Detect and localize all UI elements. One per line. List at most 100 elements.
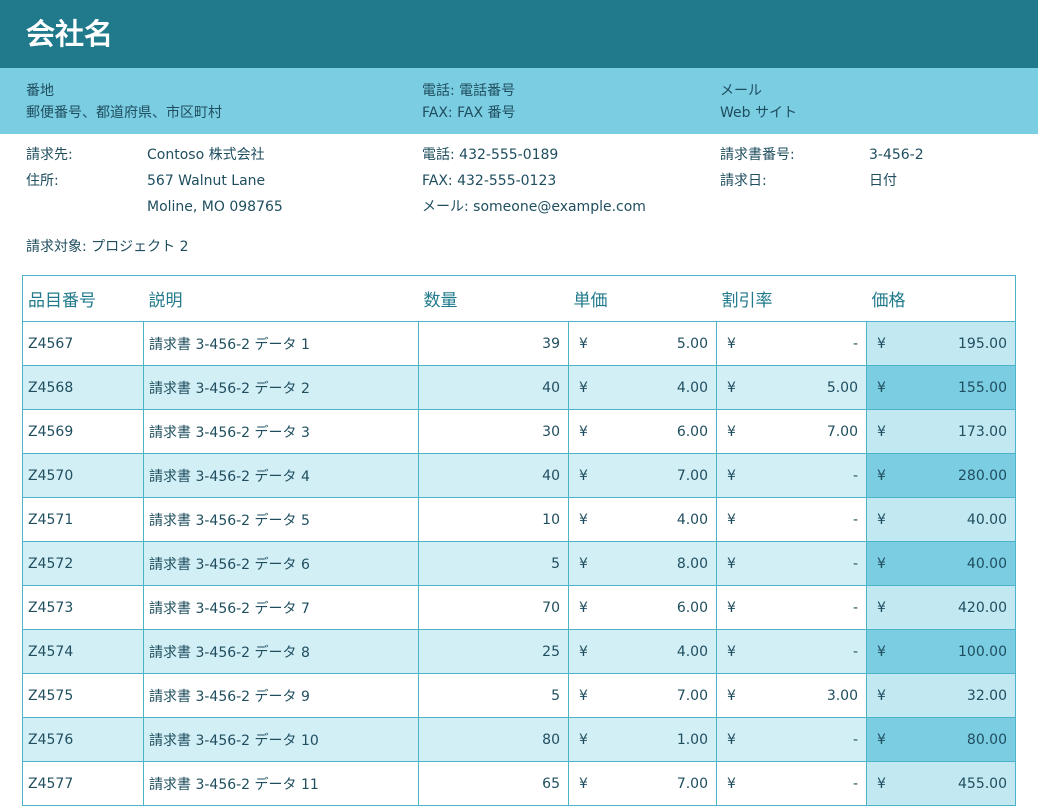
cell-item-number: Z4570 xyxy=(22,453,144,498)
currency-symbol: ¥ xyxy=(877,335,886,352)
header-unit-price: 単価 xyxy=(568,275,717,322)
cell-unit-price-amount: 4.00 xyxy=(676,511,708,528)
currency-symbol: ¥ xyxy=(727,423,736,440)
cell-unit-price-amount: 7.00 xyxy=(676,687,708,704)
invoice-table: 品目番号 説明 数量 単価 割引率 価格 Z4567 請求書 3-456-2 デー… xyxy=(22,275,1016,806)
cell-price-amount: 40.00 xyxy=(966,511,1007,528)
cell-discount-amount: 5.00 xyxy=(826,379,858,396)
cell-discount-amount: - xyxy=(852,731,858,748)
cell-quantity: 65 xyxy=(418,761,569,806)
cell-quantity: 40 xyxy=(418,365,569,410)
cell-price-amount: 455.00 xyxy=(958,775,1007,792)
cell-unit-price-amount: 6.00 xyxy=(676,599,708,616)
table-row: Z4572 請求書 3-456-2 データ 6 5 ¥8.00 ¥ - ¥40.00 xyxy=(22,541,1016,586)
cell-discount-amount: - xyxy=(852,511,858,528)
cell-unit-price-amount: 4.00 xyxy=(676,379,708,396)
currency-symbol: ¥ xyxy=(877,467,886,484)
project-line: 請求対象: プロジェクト 2 xyxy=(26,239,189,255)
cell-price: ¥32.00 xyxy=(866,673,1016,718)
cell-description: 請求書 3-456-2 データ 6 xyxy=(143,541,419,586)
cell-description: 請求書 3-456-2 データ 3 xyxy=(143,409,419,454)
currency-symbol: ¥ xyxy=(727,775,736,792)
invoice-date-label: 請求日: xyxy=(720,173,767,189)
billing-email: メール: someone@example.com xyxy=(422,199,646,215)
cell-item-number: Z4568 xyxy=(22,365,144,410)
cell-price-amount: 32.00 xyxy=(966,687,1007,704)
currency-symbol: ¥ xyxy=(877,599,886,616)
cell-quantity: 10 xyxy=(418,497,569,542)
cell-price: ¥40.00 xyxy=(866,497,1016,542)
cell-description: 請求書 3-456-2 データ 5 xyxy=(143,497,419,542)
cell-item-number: Z4572 xyxy=(22,541,144,586)
cell-discount: ¥7.00 xyxy=(716,409,867,454)
cell-item-number: Z4575 xyxy=(22,673,144,718)
currency-symbol: ¥ xyxy=(727,643,736,660)
cell-discount-amount: 7.00 xyxy=(826,423,858,440)
cell-unit-price-amount: 1.00 xyxy=(676,731,708,748)
cell-price-amount: 155.00 xyxy=(958,379,1007,396)
cell-price: ¥173.00 xyxy=(866,409,1016,454)
cell-quantity: 30 xyxy=(418,409,569,454)
company-phone: 電話: 電話番号 xyxy=(422,83,516,99)
currency-symbol: ¥ xyxy=(727,599,736,616)
currency-symbol: ¥ xyxy=(727,467,736,484)
currency-symbol: ¥ xyxy=(579,775,588,792)
cell-price: ¥280.00 xyxy=(866,453,1016,498)
cell-unit-price-amount: 4.00 xyxy=(676,643,708,660)
table-row: Z4575 請求書 3-456-2 データ 9 5 ¥7.00 ¥3.00 ¥32.00 xyxy=(22,673,1016,718)
cell-unit-price: ¥7.00 xyxy=(568,761,717,806)
currency-symbol: ¥ xyxy=(579,687,588,704)
currency-symbol: ¥ xyxy=(579,511,588,528)
cell-discount: ¥ - xyxy=(716,541,867,586)
cell-unit-price-amount: 6.00 xyxy=(676,423,708,440)
cell-price-amount: 173.00 xyxy=(958,423,1007,440)
billing-phone: 電話: 432-555-0189 xyxy=(422,147,559,163)
cell-price-amount: 80.00 xyxy=(966,731,1007,748)
cell-discount: ¥ - xyxy=(716,321,867,366)
currency-symbol: ¥ xyxy=(877,511,886,528)
cell-description: 請求書 3-456-2 データ 11 xyxy=(143,761,419,806)
table-row: Z4571 請求書 3-456-2 データ 5 10 ¥4.00 ¥ - ¥40.00 xyxy=(22,497,1016,542)
table-row: Z4567 請求書 3-456-2 データ 1 39 ¥5.00 ¥ - ¥195.00 xyxy=(22,321,1016,366)
currency-symbol: ¥ xyxy=(877,731,886,748)
company-name: 会社名 xyxy=(26,17,114,51)
billing-address-line2: Moline, MO 098765 xyxy=(147,199,283,215)
header-description: 説明 xyxy=(143,275,419,322)
cell-unit-price: ¥6.00 xyxy=(568,409,717,454)
currency-symbol: ¥ xyxy=(579,467,588,484)
currency-symbol: ¥ xyxy=(579,379,588,396)
currency-symbol: ¥ xyxy=(877,423,886,440)
cell-quantity: 5 xyxy=(418,541,569,586)
cell-unit-price: ¥7.00 xyxy=(568,673,717,718)
table-row: Z4573 請求書 3-456-2 データ 7 70 ¥6.00 ¥ - ¥420.00 xyxy=(22,585,1016,630)
cell-price-amount: 195.00 xyxy=(958,335,1007,352)
cell-discount-amount: - xyxy=(852,643,858,660)
cell-discount: ¥ - xyxy=(716,453,867,498)
cell-discount: ¥3.00 xyxy=(716,673,867,718)
cell-discount: ¥ - xyxy=(716,717,867,762)
currency-symbol: ¥ xyxy=(727,379,736,396)
bill-to-value: Contoso 株式会社 xyxy=(147,147,265,163)
company-address-label: 番地 xyxy=(26,83,54,99)
cell-price: ¥80.00 xyxy=(866,717,1016,762)
currency-symbol: ¥ xyxy=(877,687,886,704)
cell-price: ¥100.00 xyxy=(866,629,1016,674)
cell-unit-price: ¥1.00 xyxy=(568,717,717,762)
cell-discount: ¥ - xyxy=(716,585,867,630)
cell-unit-price-amount: 8.00 xyxy=(676,555,708,572)
cell-unit-price: ¥8.00 xyxy=(568,541,717,586)
cell-discount-amount: - xyxy=(852,467,858,484)
cell-discount-amount: - xyxy=(852,555,858,572)
bill-to-label: 請求先: xyxy=(26,147,73,163)
cell-price-amount: 40.00 xyxy=(966,555,1007,572)
billing-fax: FAX: 432-555-0123 xyxy=(422,173,557,189)
company-website: Web サイト xyxy=(720,105,797,121)
company-info-bar: 番地 郵便番号、都道府県、市区町村 電話: 電話番号 FAX: FAX 番号 メ… xyxy=(0,68,1038,134)
cell-discount-amount: - xyxy=(852,775,858,792)
cell-description: 請求書 3-456-2 データ 4 xyxy=(143,453,419,498)
cell-price-amount: 100.00 xyxy=(958,643,1007,660)
invoice-number-value: 3-456-2 xyxy=(869,147,924,163)
cell-item-number: Z4577 xyxy=(22,761,144,806)
cell-discount: ¥5.00 xyxy=(716,365,867,410)
currency-symbol: ¥ xyxy=(727,687,736,704)
